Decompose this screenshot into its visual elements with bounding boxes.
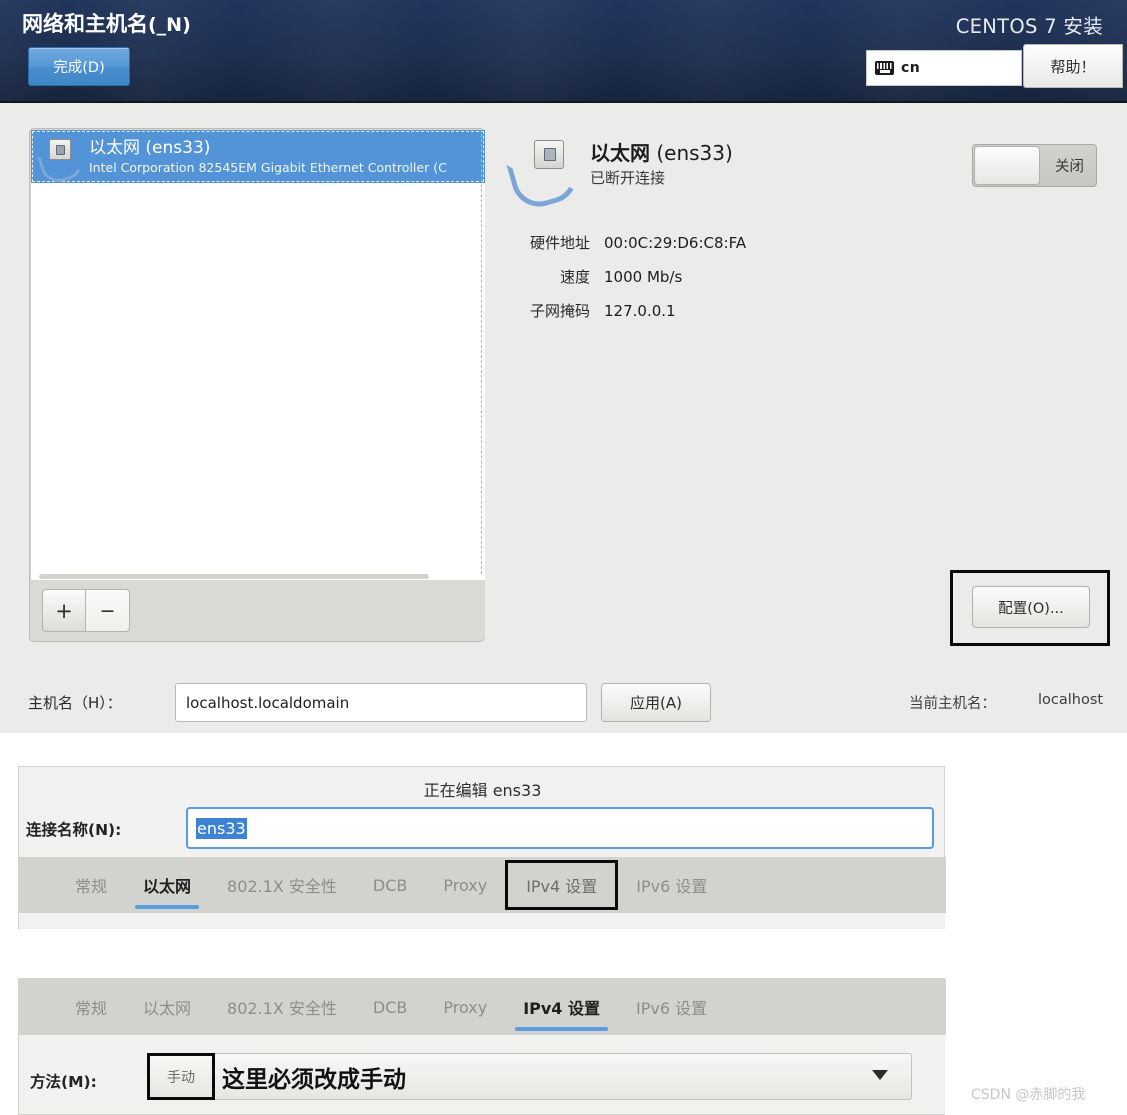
page-title-text: 网络和主机名	[22, 12, 148, 36]
method-annotation: 这里必须改成手动	[222, 1067, 406, 1093]
device-detail-kind: 以太网	[590, 141, 650, 165]
keyboard-layout-label: cn	[901, 60, 921, 76]
device-detail-title: 以太网 (ens33)	[590, 140, 733, 166]
detail-label: 硬件地址	[529, 234, 590, 252]
configure-button[interactable]: 配置(O)...	[972, 586, 1090, 628]
detail-label: 子网掩码	[529, 302, 590, 320]
apply-hostname-button[interactable]: 应用(A)	[601, 683, 711, 722]
connection-tabstrip: 常规 以太网 802.1X 安全性 DCB Proxy IPv4 设置 IPv6…	[19, 979, 946, 1035]
hostname-label: 主机名（H）：	[28, 694, 122, 712]
device-detail-properties: 硬件地址 00:0C:29:D6:C8:FA 速度 1000 Mb/s 子网掩码…	[512, 232, 912, 334]
page-title: 网络和主机名(_N)	[22, 8, 191, 38]
device-detail-header: 以太网 (ens33) 已断开连接	[506, 140, 733, 214]
method-label: 方法(M):	[30, 1073, 97, 1091]
ethernet-icon	[37, 138, 87, 187]
tab-general[interactable]: 常规	[57, 979, 125, 1035]
device-detail-id: (ens33)	[650, 141, 733, 165]
tab-ipv6-settings[interactable]: IPv6 设置	[618, 979, 725, 1035]
current-hostname-label: 当前主机名：	[909, 696, 996, 712]
tab-ethernet[interactable]: 以太网	[125, 857, 209, 913]
device-list-frame: 以太网 (ens33) Intel Corporation 82545EM Gi…	[29, 128, 485, 642]
tab-dcb[interactable]: DCB	[355, 979, 425, 1035]
keyboard-layout-indicator[interactable]: cn	[866, 50, 1022, 86]
product-title: CENTOS 7 安装	[955, 15, 1103, 38]
tab-dcb[interactable]: DCB	[355, 857, 425, 913]
device-connection-status: 已断开连接	[590, 169, 666, 187]
detail-row-subnet-mask: 子网掩码 127.0.0.1	[512, 300, 912, 321]
edit-connection-dialog: 正在编辑 ens33 连接名称(N): ens33 常规 以太网 802.1X …	[18, 766, 946, 929]
watermark: CSDN @赤脚的我	[971, 1087, 1086, 1103]
tab-ipv6-settings[interactable]: IPv6 设置	[618, 857, 725, 913]
connection-tabstrip: 常规 以太网 802.1X 安全性 DCB Proxy IPv4 设置 IPv6…	[19, 857, 946, 913]
detail-value: 127.0.0.1	[604, 302, 676, 320]
method-selected-value: 手动	[147, 1053, 215, 1100]
device-onoff-toggle[interactable]: 关闭	[972, 144, 1097, 187]
chevron-down-icon[interactable]	[872, 1070, 888, 1080]
tab-ethernet[interactable]: 以太网	[125, 979, 209, 1035]
tab-ipv4-settings[interactable]: IPv4 设置	[505, 860, 619, 910]
tab-proxy[interactable]: Proxy	[425, 979, 505, 1035]
current-hostname-value: localhost	[1038, 692, 1104, 708]
list-item[interactable]: 以太网 (ens33) Intel Corporation 82545EM Gi…	[31, 130, 485, 187]
detail-value: 1000 Mb/s	[604, 268, 683, 286]
detail-row-hardware-address: 硬件地址 00:0C:29:D6:C8:FA	[512, 232, 912, 253]
ethernet-icon	[506, 140, 584, 214]
network-hostname-spoke: 网络和主机名(_N) 完成(D) CENTOS 7 安装 cn 帮助！ 以太网 …	[0, 0, 1127, 733]
keyboard-icon	[875, 61, 894, 75]
add-device-button[interactable]: +	[42, 589, 86, 632]
connection-name-label: 连接名称(N):	[26, 821, 122, 839]
toggle-state-label: 关闭	[1055, 159, 1084, 175]
done-button[interactable]: 完成(D)	[28, 47, 130, 86]
connection-name-value: ens33	[196, 817, 247, 839]
help-button[interactable]: 帮助！	[1023, 44, 1123, 88]
device-list-toolbar: + −	[31, 580, 485, 640]
toggle-knob	[974, 146, 1040, 185]
list-focus-outline	[478, 134, 482, 574]
installer-titlebar: 网络和主机名(_N) 完成(D) CENTOS 7 安装 cn 帮助！	[0, 0, 1127, 103]
page-title-mnemonic: (_N)	[148, 14, 191, 36]
tab-proxy[interactable]: Proxy	[425, 857, 505, 913]
remove-device-button[interactable]: −	[86, 589, 130, 632]
detail-label: 速度	[559, 268, 590, 286]
tab-general[interactable]: 常规	[57, 857, 125, 913]
device-description: Intel Corporation 82545EM Gigabit Ethern…	[89, 159, 447, 175]
horizontal-scrollbar[interactable]	[39, 574, 429, 579]
device-name-id: (ens33)	[140, 137, 211, 158]
tab-ipv4-settings[interactable]: IPv4 设置	[505, 979, 618, 1035]
tab-8021x-security[interactable]: 802.1X 安全性	[209, 857, 355, 913]
detail-row-speed: 速度 1000 Mb/s	[512, 266, 912, 287]
dialog-title: 正在编辑 ens33	[423, 781, 542, 800]
tab-8021x-security[interactable]: 802.1X 安全性	[209, 979, 355, 1035]
hostname-input[interactable]: localhost.localdomain	[175, 683, 587, 722]
device-list[interactable]: 以太网 (ens33) Intel Corporation 82545EM Gi…	[31, 130, 485, 581]
connection-name-input[interactable]: ens33	[186, 807, 934, 849]
device-name-kind: 以太网	[89, 137, 140, 158]
tab-content-area	[20, 913, 945, 929]
detail-value: 00:0C:29:D6:C8:FA	[604, 234, 747, 252]
device-name: 以太网 (ens33)	[89, 138, 447, 159]
